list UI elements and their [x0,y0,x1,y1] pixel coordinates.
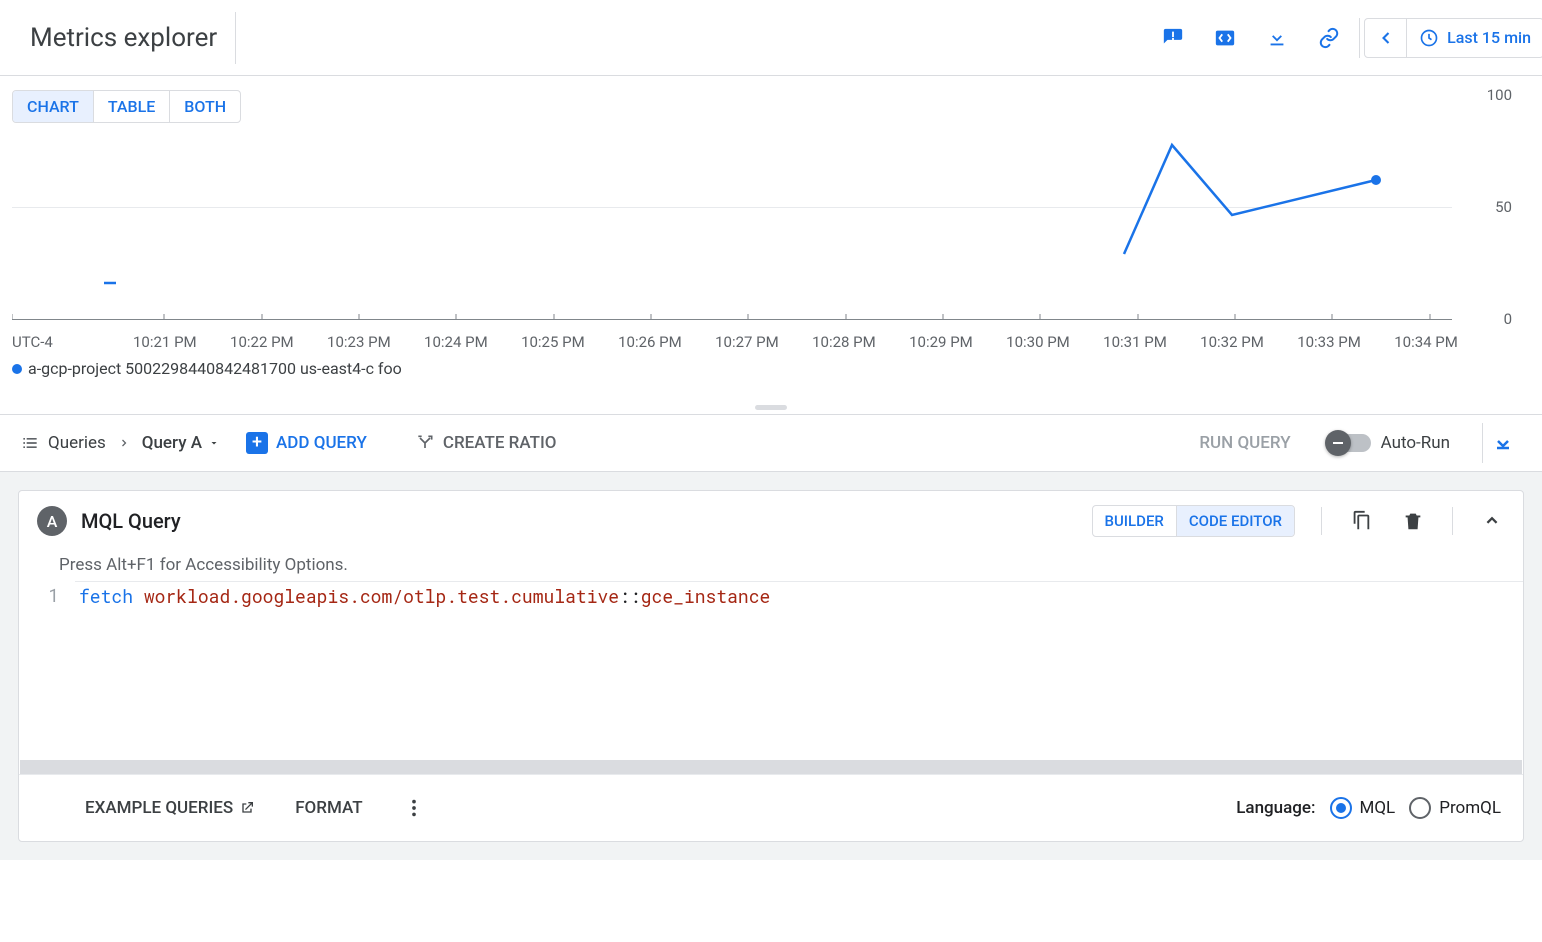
add-query-label: ADD QUERY [276,433,367,453]
x-tick: 10:22 PM [230,333,294,351]
queries-breadcrumb[interactable]: Queries [20,433,106,453]
timezone-label: UTC-4 [12,333,53,351]
x-tick: 10:34 PM [1394,333,1458,351]
auto-run-label: Auto-Run [1381,433,1450,453]
queries-toolbar: Queries Query A + ADD QUERY CREATE RATIO… [0,414,1542,472]
legend-label: a-gcp-project 5002298440842481700 us-eas… [28,359,402,378]
x-tick: 10:29 PM [909,333,973,351]
create-ratio-label: CREATE RATIO [443,433,557,453]
radio-mql[interactable]: MQL [1330,797,1396,819]
query-card: A MQL Query BUILDER CODE EDITOR Press Al… [18,490,1524,842]
x-tick: 10:24 PM [424,333,488,351]
query-card-header: A MQL Query BUILDER CODE EDITOR [19,491,1523,551]
language-selector: Language: MQL PromQL [1236,797,1501,819]
query-selector[interactable]: Query A [142,433,220,453]
code-sep: :: [619,584,641,608]
code-path: workload.googleapis.com/otlp.test.cumula… [144,584,619,608]
feedback-icon[interactable] [1153,18,1193,58]
tab-builder[interactable]: BUILDER [1093,506,1176,536]
time-range-selector: Last 15 min [1364,18,1542,58]
x-tick: 10:31 PM [1103,333,1167,351]
copy-icon[interactable] [1348,508,1374,534]
legend-marker-icon [12,364,22,374]
delete-icon[interactable] [1400,508,1426,534]
y-tick: 0 [1504,310,1512,328]
chart-legend[interactable]: a-gcp-project 5002298440842481700 us-eas… [12,359,402,378]
plus-icon: + [246,432,268,454]
chevron-down-icon [1491,431,1515,455]
add-query-button[interactable]: + ADD QUERY [246,432,367,454]
x-tick: 10:33 PM [1297,333,1361,351]
more-vert-icon [403,797,425,819]
code-editor[interactable]: 1 fetch workload.googleapis.com/otlp.tes… [19,581,1523,774]
x-tick: 10:23 PM [327,333,391,351]
x-tick: 10:28 PM [812,333,876,351]
time-range-label: Last 15 min [1447,28,1531,47]
line-number: 1 [19,581,75,609]
radio-promql[interactable]: PromQL [1409,797,1501,819]
time-range-button[interactable]: Last 15 min [1407,28,1542,48]
x-tick: 10:25 PM [521,333,585,351]
chart-area: 100 50 0 UTC-4 10:21 PM 10:22 [0,87,1542,397]
query-card-title: MQL Query [81,509,181,533]
tab-code-editor[interactable]: CODE EDITOR [1176,506,1294,536]
code-icon[interactable] [1205,18,1245,58]
horizontal-scrollbar[interactable] [20,760,1522,774]
more-menu-button[interactable] [403,797,425,819]
time-range-prev-button[interactable] [1365,19,1407,57]
x-tick: 10:21 PM [133,333,197,351]
caret-down-icon [208,437,220,449]
x-tick: 10:32 PM [1200,333,1264,351]
collapse-panel-button[interactable] [1482,423,1522,463]
chevron-right-icon [118,434,130,453]
x-axis-labels: 10:21 PM 10:22 PM 10:23 PM 10:24 PM 10:2… [133,333,1458,351]
format-button[interactable]: FORMAT [295,798,362,818]
link-icon[interactable] [1309,18,1349,58]
x-tick: 10:27 PM [715,333,779,351]
query-card-footer: EXAMPLE QUERIES FORMAT Language: MQL Pro… [19,774,1523,841]
query-badge: A [37,506,67,536]
query-selector-label: Query A [142,433,202,453]
open-external-icon [239,800,255,816]
toggle-switch[interactable] [1327,434,1371,452]
panel-resize-handle[interactable] [0,405,1542,410]
code-keyword: fetch [79,584,133,608]
accessibility-hint: Press Alt+F1 for Accessibility Options. [19,551,1523,581]
x-tick: 10:26 PM [618,333,682,351]
x-axis-line [12,319,1452,320]
radio-mql-label: MQL [1360,798,1396,818]
run-query-button[interactable]: RUN QUERY [1199,433,1290,453]
example-queries-button[interactable]: EXAMPLE QUERIES [85,798,255,818]
code-line[interactable]: fetch workload.googleapis.com/otlp.test.… [75,581,1523,610]
y-tick: 50 [1495,198,1512,216]
chart-svg [12,87,1442,319]
merge-icon [415,433,435,453]
clock-icon [1419,28,1439,48]
editor-mode-tabs: BUILDER CODE EDITOR [1092,505,1295,537]
page-title: Metrics explorer [30,12,236,64]
code-resource: gce_instance [641,584,771,608]
radio-promql-label: PromQL [1439,798,1501,818]
x-tick: 10:30 PM [1006,333,1070,351]
chevron-up-icon [1481,510,1503,532]
y-tick: 100 [1487,86,1512,104]
list-icon [20,433,40,453]
page-header: Metrics explorer Last 15 min [0,0,1542,76]
auto-run-toggle[interactable]: Auto-Run [1327,433,1450,453]
queries-label: Queries [48,433,106,453]
create-ratio-button[interactable]: CREATE RATIO [415,433,557,453]
language-label: Language: [1236,798,1315,818]
query-panel: A MQL Query BUILDER CODE EDITOR Press Al… [0,472,1542,860]
download-icon[interactable] [1257,18,1297,58]
collapse-card-button[interactable] [1479,508,1505,534]
